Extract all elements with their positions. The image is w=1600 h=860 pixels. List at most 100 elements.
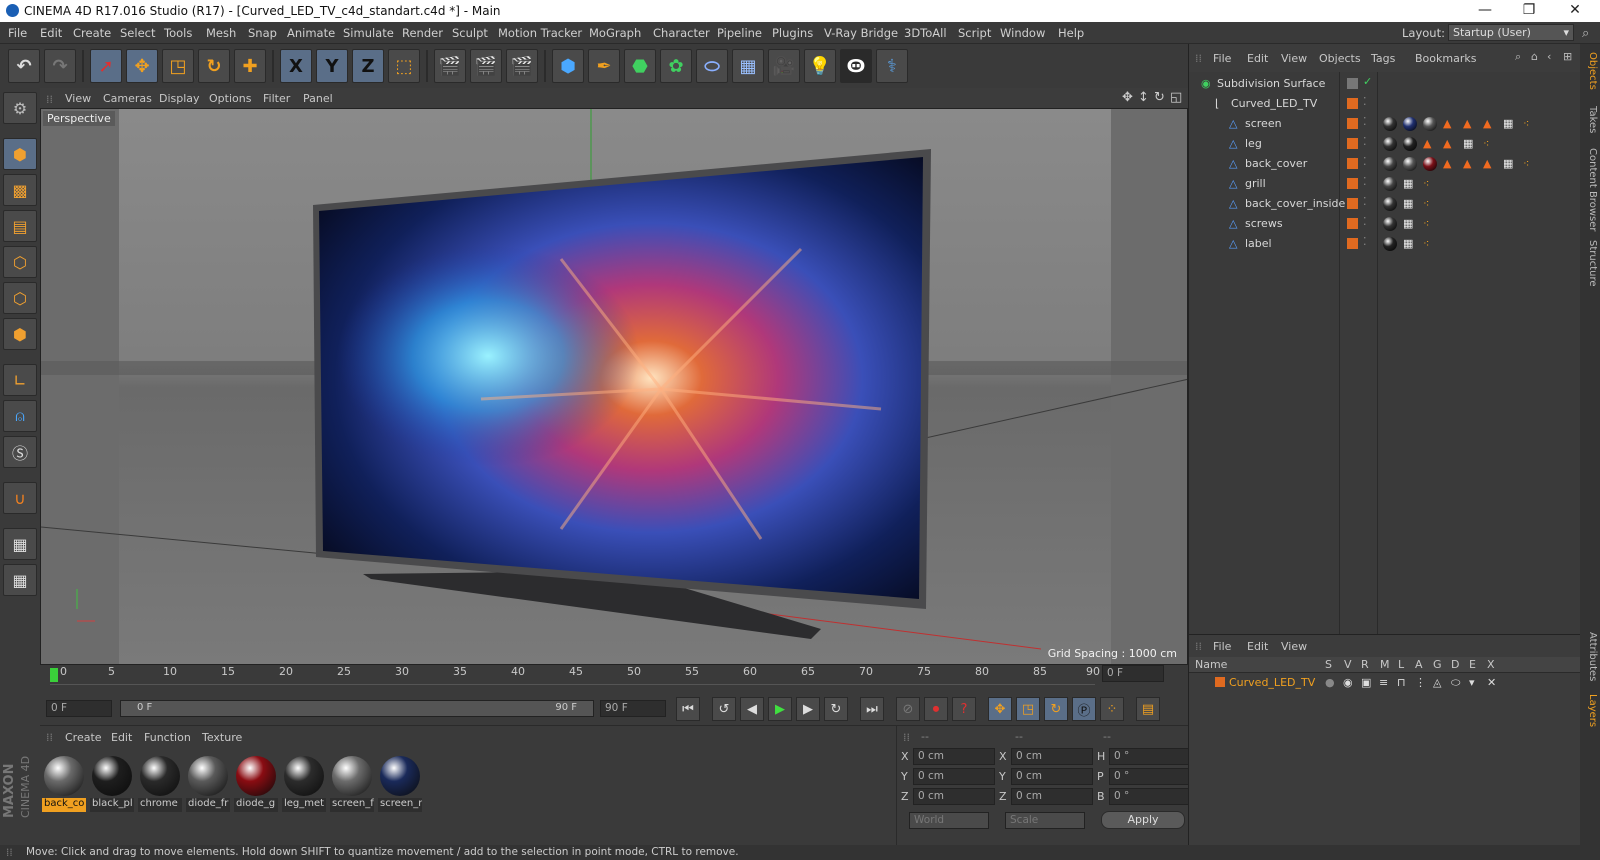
tab-takes[interactable]: Takes [1582,106,1598,133]
rot-b-field[interactable]: 0 ° [1109,788,1189,805]
viewport-menu-cameras[interactable]: Cameras [103,92,152,105]
deformer-button[interactable]: ⬭ [696,49,728,83]
coordinate-mode-dropdown[interactable]: Scale [1005,812,1085,829]
object-name[interactable]: Subdivision Surface [1217,77,1325,90]
object-menu-edit[interactable]: Edit [1247,52,1268,65]
selection-tag-icon[interactable]: ▲ [1483,117,1491,130]
layer-color-swatch[interactable] [1347,178,1358,189]
live-selection-button[interactable]: ➚ [90,49,122,83]
rot-h-field[interactable]: 0 ° [1109,748,1189,765]
layer-color-swatch[interactable] [1347,78,1358,89]
autokey-button[interactable]: ? [952,697,976,721]
object-name[interactable]: grill [1245,177,1266,190]
phong-tag-icon[interactable]: ⁖ [1423,237,1429,250]
material-tag-icon[interactable] [1383,137,1397,151]
menu-file[interactable]: File [8,26,27,40]
material-swatch[interactable]: black_pl [90,756,134,814]
pen-spline-button[interactable]: ✒ [588,49,620,83]
visibility-dots-icon[interactable]: ⁚ [1363,175,1367,188]
light-object-button[interactable]: 💡 [804,49,836,83]
viewport-maximize-icon[interactable]: ◱ [1170,90,1182,105]
record-button[interactable]: ⏺ [924,697,948,721]
tab-layers[interactable]: Layers [1582,694,1598,727]
layer-color-swatch[interactable] [1347,98,1358,109]
selection-tag-icon[interactable]: ▲ [1463,157,1471,170]
menu-window[interactable]: Window [1000,26,1045,40]
undo-button[interactable]: ↶ [8,49,40,83]
coordinate-space-dropdown[interactable]: World [909,812,989,829]
material-swatch[interactable]: diode_g [234,756,278,814]
current-frame-field[interactable]: 0 F [1102,665,1164,682]
menu-pipeline[interactable]: Pipeline [717,26,762,40]
layer-eye-icon[interactable]: ◉ [1343,676,1353,689]
viewport-menu-view[interactable]: View [65,92,91,105]
layout-dropdown[interactable]: Startup (User) ▾ [1448,24,1574,41]
material-swatch[interactable]: diode_fr [186,756,230,814]
layer-manager-icon[interactable]: ≡ [1379,676,1388,689]
menu-3dtoall[interactable]: 3DToAll [904,26,947,40]
scale-tool-button[interactable]: ◳ [162,49,194,83]
layer-generator-icon[interactable]: ◬ [1433,676,1441,689]
object-menu-bookmarks[interactable]: Bookmarks [1415,52,1476,65]
record-rotation-button[interactable]: ↻ [1044,697,1068,721]
uvw-tag-icon[interactable]: ▦ [1403,197,1413,210]
selection-tag-icon[interactable]: ▲ [1483,157,1491,170]
visibility-dots-icon[interactable]: ⁚ [1363,195,1367,208]
cube-object-button[interactable]: ⬢ [552,49,584,83]
texture-mode-button[interactable]: ▩ [3,174,37,206]
snapping-button[interactable]: Ⓢ [3,436,37,468]
frame-range-slider[interactable]: 0 F 90 F [120,700,594,717]
camera-object-button[interactable]: 🎥 [768,49,800,83]
menu-mesh[interactable]: Mesh [206,26,236,40]
uvw-tag-icon[interactable]: ▦ [1403,237,1413,250]
new-view-icon[interactable]: ⊞ [1563,50,1572,63]
maximize-button[interactable]: ❐ [1514,2,1544,18]
menu-tools[interactable]: Tools [164,26,192,40]
menu-snap[interactable]: Snap [248,26,277,40]
menu-help[interactable]: Help [1058,26,1084,40]
y-axis-lock-button[interactable]: Y [316,49,348,83]
visibility-dots-icon[interactable]: ⁚ [1363,135,1367,148]
material-swatch[interactable]: screen_r [378,756,422,814]
search-icon[interactable]: ⌕ [1515,50,1521,64]
phong-tag-icon[interactable]: ⁖ [1483,137,1489,150]
size-z-field[interactable]: 0 cm [1011,788,1093,805]
timeline-ruler[interactable]: 0 5 10 15 20 25 30 35 40 45 50 55 60 65 … [40,665,1188,693]
menu-render[interactable]: Render [402,26,443,40]
polygons-mode-button[interactable]: ⬢ [3,318,37,350]
search-icon[interactable]: ⌕ [1582,26,1589,41]
object-menu-tags[interactable]: Tags [1371,52,1395,65]
layer-name[interactable]: Curved_LED_TV [1229,676,1315,689]
keyframe-selection-button[interactable]: ⊘ [896,697,920,721]
menu-plugins[interactable]: Plugins [772,26,813,40]
visibility-dots-icon[interactable]: ⁚ [1363,155,1367,168]
rotate-tool-button[interactable]: ↻ [198,49,230,83]
phong-tag-icon[interactable]: ⁖ [1423,217,1429,230]
menu-animate[interactable]: Animate [287,26,335,40]
menu-mograph[interactable]: MoGraph [589,26,641,40]
object-row[interactable]: △ screen ⁚ ▲ ▲ ▲ ▦ ⁖ [1189,114,1581,134]
object-name[interactable]: back_cover [1245,157,1307,170]
viewport-menu-display[interactable]: Display [159,92,200,105]
size-x-field[interactable]: 0 cm [1011,748,1093,765]
tab-content-browser[interactable]: Content Browser [1582,148,1598,231]
object-row[interactable]: △ leg ⁚ ▲ ▲ ▦ ⁖ [1189,134,1581,154]
layer-color-swatch[interactable] [1347,218,1358,229]
menu-sculpt[interactable]: Sculpt [452,26,488,40]
material-tag-icon[interactable] [1403,117,1417,131]
pos-x-field[interactable]: 0 cm [913,748,995,765]
layer-xref-icon[interactable]: ✕ [1487,676,1496,689]
x-axis-lock-button[interactable]: X [280,49,312,83]
magnet-button[interactable]: ∪ [3,482,37,514]
phong-tag-icon[interactable]: ⁖ [1423,197,1429,210]
material-swatch[interactable]: back_co [42,756,86,814]
layer-menu-file[interactable]: File [1213,640,1231,653]
menu-script[interactable]: Script [958,26,991,40]
planar-workplane-button[interactable]: ▦ [3,564,37,596]
menu-edit[interactable]: Edit [40,26,62,40]
layer-solo-icon[interactable]: ● [1325,676,1335,689]
visibility-dots-icon[interactable]: ⁚ [1363,215,1367,228]
mograph-cloner-button[interactable]: ✿ [660,49,692,83]
material-tag-icon[interactable] [1383,197,1397,211]
viewport-menu-filter[interactable]: Filter [263,92,290,105]
